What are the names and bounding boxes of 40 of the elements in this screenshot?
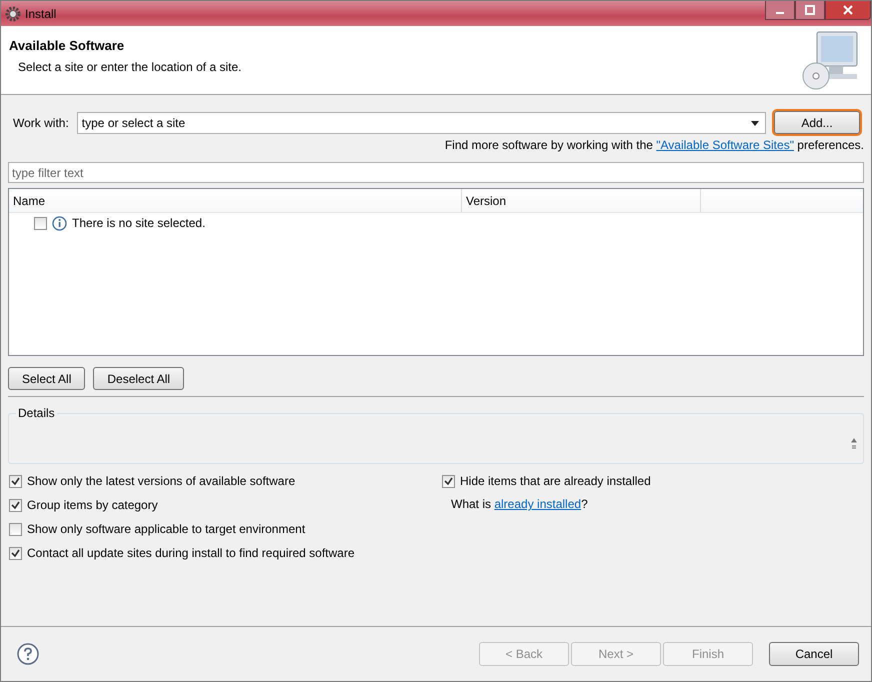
filter-field[interactable]: type filter text	[8, 162, 864, 183]
option-label: Hide items that are already installed	[460, 474, 651, 488]
work-with-label: Work with:	[13, 116, 69, 130]
table-cell: There is no site selected.	[72, 216, 206, 230]
scroll-arrows-icon	[850, 436, 858, 450]
site-combo-box[interactable]: type or select a site	[76, 112, 766, 134]
already-installed-text: What is already installed?	[451, 497, 589, 511]
column-header[interactable]: Name	[9, 189, 462, 212]
checkbox[interactable]	[442, 474, 455, 488]
checkbox[interactable]	[34, 216, 47, 230]
already-installed-link[interactable]: already installed	[494, 497, 582, 511]
close-button[interactable]	[825, 1, 871, 20]
wizard-button[interactable]: Cancel	[769, 642, 859, 666]
minimize-button[interactable]	[765, 1, 795, 20]
maximize-button[interactable]	[795, 1, 825, 20]
select-all-button[interactable]: Select All	[8, 367, 86, 390]
details-title: Details	[17, 406, 56, 420]
column-header[interactable]: Version	[462, 189, 701, 212]
add-button[interactable]: Add...	[774, 111, 860, 134]
option-label: Group items by category	[27, 498, 158, 512]
option-label: Show only the latest versions of available software	[27, 474, 296, 488]
minimize-icon	[776, 12, 784, 14]
available-software-sites-link[interactable]: "Available Software Sites"	[656, 138, 794, 152]
find-more-text: Find more software by working with the "Available Software Sites" preferences.	[444, 138, 864, 152]
window-title: Install	[25, 6, 56, 20]
info-icon	[52, 216, 67, 230]
checkbox[interactable]	[9, 498, 22, 512]
page-subtitle: Select a site or enter the location of a site.	[18, 60, 242, 74]
deselect-all-button[interactable]: Deselect All	[93, 367, 184, 390]
help-icon[interactable]	[17, 643, 39, 665]
checkbox[interactable]	[9, 474, 22, 488]
checkbox[interactable]	[9, 546, 22, 560]
page-title: Available Software	[9, 38, 126, 53]
option-label: Contact all update sites during install to find required software	[27, 546, 355, 560]
option-label: Show only software applicable to target environment	[27, 522, 306, 536]
maximize-icon	[805, 5, 815, 15]
close-icon	[843, 5, 853, 15]
gear-icon	[5, 6, 21, 22]
checkbox[interactable]	[9, 522, 22, 536]
dropdown-arrow-icon[interactable]	[751, 120, 759, 126]
